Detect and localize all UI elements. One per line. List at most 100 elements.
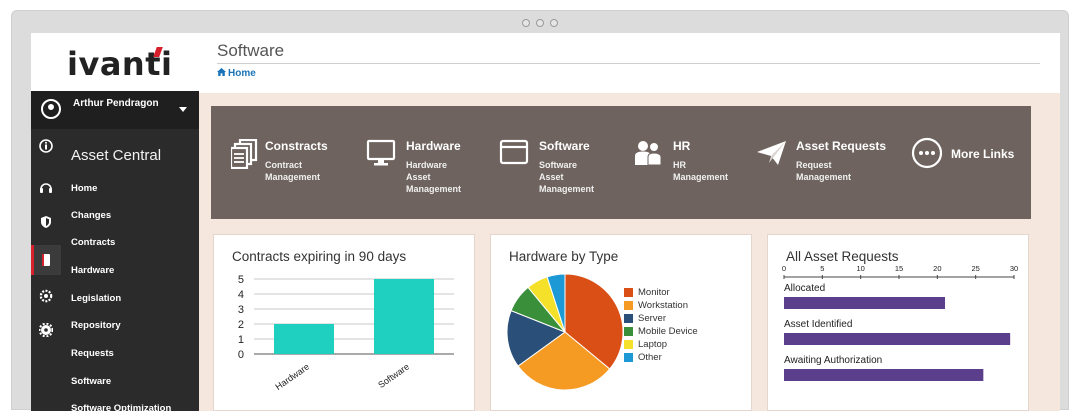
window-dot bbox=[550, 19, 558, 27]
quick-links-banner: Constracts Contract Management Hardware … bbox=[211, 106, 1031, 219]
window-icon bbox=[499, 139, 529, 169]
quick-link-subtitle-text: Software Asset Management bbox=[539, 160, 595, 194]
legend-label: Other bbox=[638, 352, 662, 363]
sidebar: ivanti Arthur Pendragon Asset Central Ho… bbox=[31, 33, 199, 411]
info-circle-icon[interactable] bbox=[39, 139, 53, 153]
logo-area[interactable]: ivanti bbox=[31, 33, 199, 91]
cog-cluster-icon[interactable] bbox=[39, 289, 53, 303]
quick-link-title: HR bbox=[673, 139, 691, 153]
quick-link-title: Hardware bbox=[406, 139, 461, 153]
quick-link-title: More Links bbox=[951, 147, 1015, 161]
page-title: Software bbox=[217, 41, 285, 60]
sidebar-item-hardware[interactable]: Hardware bbox=[71, 265, 114, 276]
bar-category-label: Awaiting Authorization bbox=[784, 355, 882, 366]
sidebar-item-home[interactable]: Home bbox=[71, 183, 97, 194]
x-tick-label: 15 bbox=[895, 264, 903, 273]
window-dot bbox=[522, 19, 530, 27]
legend-item-other: Other bbox=[624, 352, 662, 363]
quick-link-title: Asset Requests bbox=[796, 139, 887, 153]
sidebar-item-changes[interactable]: Changes bbox=[71, 210, 111, 221]
quick-link-subtitle-text: Hardware Asset Management bbox=[406, 160, 462, 194]
y-tick-label: 5 bbox=[238, 274, 244, 286]
sidebar-item-repository[interactable]: Repository bbox=[71, 320, 121, 331]
sidebar-item-legislation[interactable]: Legislation bbox=[71, 293, 121, 304]
bar bbox=[784, 333, 1011, 345]
x-tick-label: 30 bbox=[1010, 264, 1018, 273]
legend-item-server: Server bbox=[624, 313, 666, 324]
legend-item-monitor: Monitor bbox=[624, 287, 670, 298]
asset-requests-bar-chart: 0 5 10 15 20 25 30 Allocated Asset Identified Awa… bbox=[782, 264, 1018, 381]
card-title: Hardware by Type bbox=[509, 249, 619, 264]
asset-requests-chart-card: All Asset Requests 0 5 10 15 20 25 30 Allocated… bbox=[767, 234, 1029, 411]
x-tick-label: Hardware bbox=[273, 361, 311, 392]
y-tick-label: 1 bbox=[238, 334, 244, 346]
sidebar-icon-rail bbox=[31, 129, 61, 411]
legend-swatch bbox=[624, 288, 633, 297]
people-icon bbox=[633, 139, 663, 169]
legend-label: Mobile Device bbox=[638, 326, 698, 337]
legend-swatch bbox=[624, 314, 633, 323]
legend-item-workstation: Workstation bbox=[624, 300, 688, 311]
quick-link-title: Constracts bbox=[265, 139, 328, 153]
device-frame: ivanti Arthur Pendragon Asset Central Ho… bbox=[11, 10, 1069, 411]
user-avatar-icon bbox=[41, 99, 61, 119]
legend-swatch bbox=[624, 301, 633, 310]
book-icon[interactable] bbox=[39, 253, 53, 267]
hardware-pie-chart bbox=[506, 273, 624, 391]
home-icon bbox=[217, 68, 226, 79]
gear-icon[interactable] bbox=[38, 322, 54, 338]
sidebar-item-requests[interactable]: Requests bbox=[71, 348, 114, 359]
x-tick-label: 25 bbox=[971, 264, 979, 273]
x-tick-label: 10 bbox=[856, 264, 864, 273]
quick-link-subtitle: Contract Management bbox=[265, 159, 320, 183]
section-title-asset-central[interactable]: Asset Central bbox=[71, 147, 161, 164]
sidebar-item-software-optimization[interactable]: Software Optimization bbox=[71, 403, 171, 411]
window-dot bbox=[536, 19, 544, 27]
bar-category-label: Allocated bbox=[784, 283, 825, 294]
quick-link-subtitle-text: Contract Management bbox=[265, 160, 321, 182]
headset-icon[interactable] bbox=[39, 181, 53, 195]
hardware-chart-card: Hardware by Type Monitor Workstation Ser… bbox=[490, 234, 752, 411]
bar-category-label: Asset Identified bbox=[784, 319, 852, 330]
contracts-bar-chart: 0 1 2 3 4 5 Hardware Software bbox=[238, 274, 454, 392]
documents-icon bbox=[229, 138, 261, 170]
bar bbox=[274, 324, 334, 354]
bar bbox=[784, 297, 945, 309]
y-tick-label: 3 bbox=[238, 304, 244, 316]
x-tick-label: 0 bbox=[782, 264, 786, 273]
legend-label: Server bbox=[638, 313, 666, 324]
x-tick-label: 5 bbox=[820, 264, 824, 273]
monitor-icon bbox=[366, 139, 396, 169]
user-name: Arthur Pendragon bbox=[73, 98, 159, 109]
quick-link-subtitle-text: HR Management bbox=[673, 160, 729, 182]
legend-item-laptop: Laptop bbox=[624, 339, 668, 350]
legend-swatch bbox=[624, 340, 633, 349]
quick-link-subtitle-text: Request Management bbox=[796, 160, 852, 182]
paper-plane-icon bbox=[756, 139, 786, 169]
quick-link-subtitle: Hardware Asset Management bbox=[406, 159, 461, 195]
user-menu[interactable]: Arthur Pendragon bbox=[31, 91, 199, 129]
card-title: All Asset Requests bbox=[786, 249, 899, 264]
bar bbox=[784, 369, 984, 381]
bar bbox=[374, 279, 434, 354]
app-screen: ivanti Arthur Pendragon Asset Central Ho… bbox=[31, 33, 1060, 411]
page-header: Software Home bbox=[199, 33, 1060, 93]
sidebar-item-contracts[interactable]: Contracts bbox=[71, 237, 115, 248]
main-content: Software Home Constracts Contract Manage bbox=[199, 33, 1060, 411]
quick-link-title: Software bbox=[539, 139, 590, 153]
breadcrumb-home-link[interactable]: Home bbox=[228, 68, 256, 79]
quick-link-subtitle: Software Asset Management bbox=[539, 159, 594, 195]
y-tick-label: 4 bbox=[238, 289, 244, 301]
shield-icon[interactable] bbox=[39, 215, 53, 229]
legend-item-mobile-device: Mobile Device bbox=[624, 326, 698, 337]
x-tick-label: 20 bbox=[933, 264, 941, 273]
window-controls bbox=[522, 19, 558, 27]
title-divider bbox=[217, 63, 1040, 64]
contracts-chart-card: Contracts expiring in 90 days 0 1 2 3 4 5 Hard… bbox=[213, 234, 475, 411]
legend-swatch bbox=[624, 327, 633, 336]
sidebar-item-software[interactable]: Software bbox=[71, 376, 111, 387]
legend-label: Monitor bbox=[638, 287, 670, 298]
chevron-down-icon[interactable] bbox=[179, 107, 187, 112]
legend-label: Laptop bbox=[638, 339, 668, 350]
breadcrumb[interactable]: Home bbox=[217, 68, 256, 79]
